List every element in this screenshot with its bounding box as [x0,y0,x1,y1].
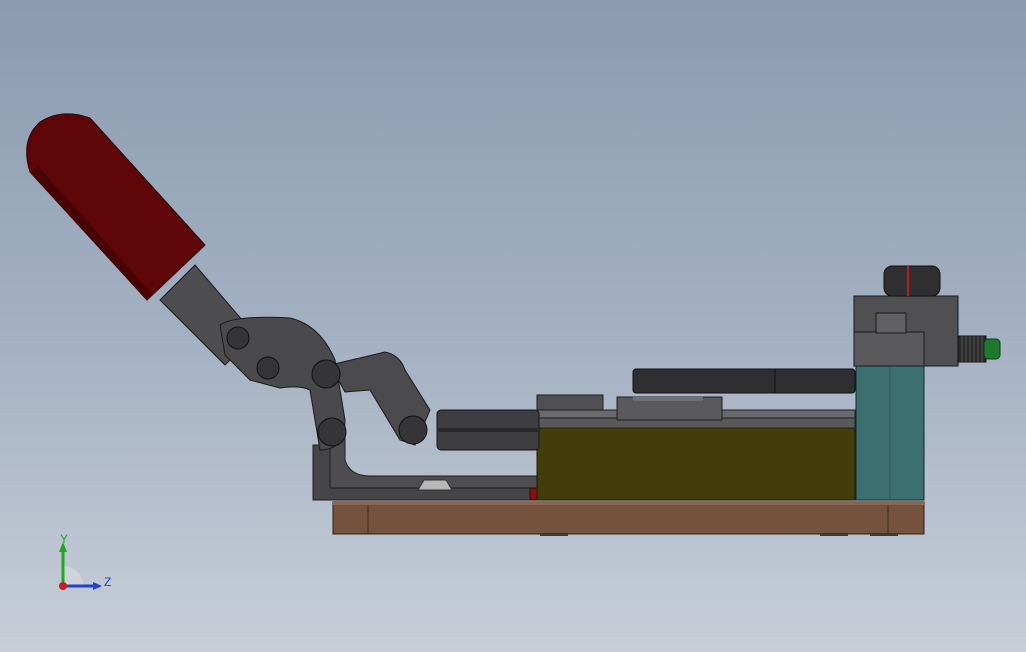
slide-block[interactable] [536,394,856,501]
clamp-linkage[interactable] [159,264,431,451]
plunger-rod[interactable] [436,409,540,451]
top-plate[interactable] [632,368,856,394]
graphics-viewport[interactable]: Y Z [0,0,1026,652]
top-housing[interactable] [853,265,959,367]
handle-grip[interactable] [26,113,206,301]
green-cap[interactable] [983,338,1001,360]
coordinate-triad[interactable]: Y Z [40,528,130,608]
z-axis-label: Z [104,575,112,589]
base-plate[interactable] [332,501,925,536]
end-block[interactable] [855,364,925,501]
triad-graphic [59,542,102,590]
assembly-model[interactable] [0,0,1026,652]
y-axis-label: Y [60,532,69,546]
knurled-knob[interactable] [957,335,987,363]
